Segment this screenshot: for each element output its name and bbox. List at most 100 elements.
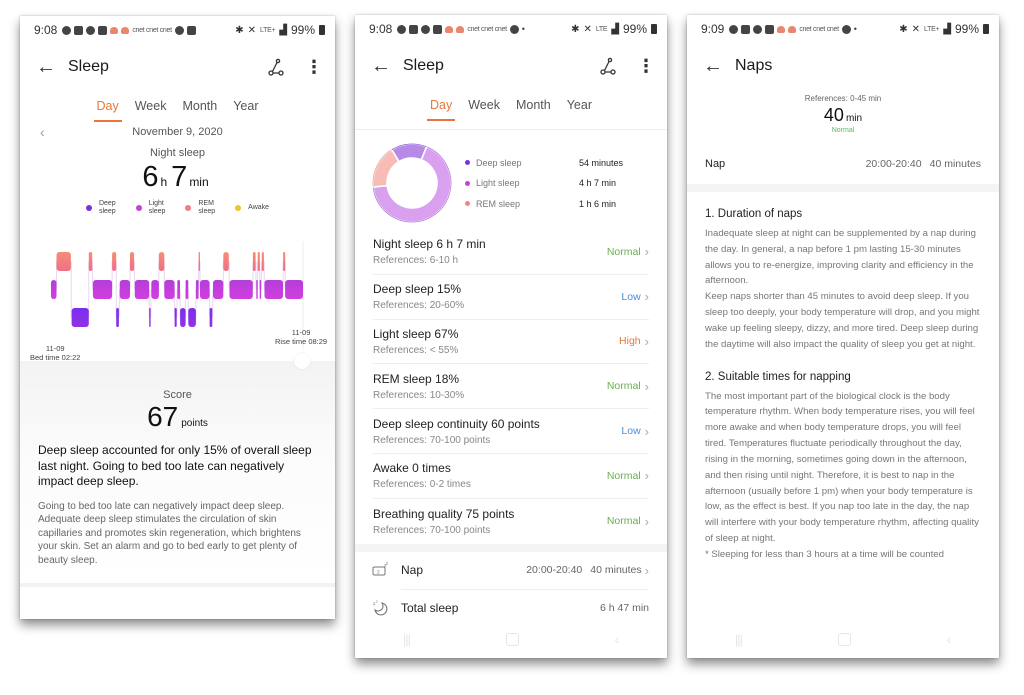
signal-icon: ▟ xyxy=(279,24,287,36)
tab-week[interactable]: Week xyxy=(134,95,168,117)
chevron-right-icon: › xyxy=(644,289,649,305)
nap-status: Normal xyxy=(831,127,855,134)
battery-icon xyxy=(651,24,657,34)
legend-label: Light xyxy=(148,200,164,207)
bottom-blank xyxy=(20,583,335,619)
sleep-hypnogram: 11-09 Bed time 02:22 11-09 Rise time 08:29 xyxy=(20,231,335,371)
health-icon xyxy=(788,25,797,33)
back-icon[interactable]: ‹ xyxy=(946,631,951,647)
home-icon[interactable] xyxy=(505,632,519,646)
tab-year[interactable]: Year xyxy=(232,95,259,117)
hypnogram-segment-light xyxy=(164,280,175,299)
youtube-icon xyxy=(409,24,419,34)
metric-status: Normal xyxy=(606,380,641,393)
mute-icon: ✕ xyxy=(911,23,921,35)
chevron-right-icon: › xyxy=(644,333,649,349)
hypnogram-segment-light xyxy=(259,280,262,299)
metric-rem-sleep[interactable]: REM sleep 18% References: 10-30% Normal › xyxy=(373,364,649,410)
night-sleep-label: Night sleep xyxy=(149,147,206,159)
metric-title: REM sleep 18% xyxy=(373,371,460,386)
legend-awake: Awake xyxy=(235,200,269,216)
section-gap xyxy=(355,543,667,552)
back-icon[interactable]: ‹ xyxy=(614,631,619,647)
metric-awake[interactable]: Awake 0 times References: 0-2 times Norma… xyxy=(373,454,649,499)
score-panel: Score 67 points Deep sleep accounted for … xyxy=(20,353,335,583)
more-options-icon[interactable]: ⋮ xyxy=(305,58,323,76)
nap-row[interactable]: zzz Nap 20:00-20:40 40 minutes › xyxy=(371,552,649,589)
tab-day[interactable]: Day xyxy=(426,94,456,121)
period-tabs: Day Week Month Year xyxy=(20,90,335,122)
donut-legend: Deep sleep 54 minutes Light sleep 4 h 7 mi… xyxy=(465,152,623,214)
tab-day[interactable]: Day xyxy=(93,95,122,122)
recent-apps-icon[interactable]: ||| xyxy=(403,632,411,647)
back-arrow-icon[interactable]: ← xyxy=(36,56,68,79)
hypnogram-segment-deep xyxy=(209,308,213,327)
panel-handle[interactable] xyxy=(294,353,310,369)
home-icon[interactable] xyxy=(837,632,851,646)
system-nav-bar: ||| ‹ xyxy=(687,620,999,658)
article-paragraph: Keep naps shorter than 45 minutes to avo… xyxy=(705,291,980,350)
legend-light: Light sleep xyxy=(135,200,165,216)
battery-level: 99% xyxy=(622,22,647,36)
chevron-left-icon[interactable]: ‹ xyxy=(40,124,45,140)
date-navigator: ‹ November 9, 2020 xyxy=(20,124,335,140)
moon-sleep-icon: zz xyxy=(373,599,388,616)
cnet-icon: cnet cnet cnet xyxy=(132,26,172,34)
metric-reference: References: 6-10 h xyxy=(373,255,459,267)
shazam-icon xyxy=(509,24,519,34)
metric-light-sleep[interactable]: Light sleep 67% References: < 55% High › xyxy=(373,320,649,365)
hypnogram-segment-rem xyxy=(283,252,286,271)
health-icon xyxy=(121,26,130,34)
light-dot-icon xyxy=(465,180,470,186)
metric-deep-sleep-continuity[interactable]: Deep sleep continuity 60 points Reference… xyxy=(373,409,649,454)
score-headline: Deep sleep accounted for only 15% of ove… xyxy=(38,443,312,489)
status-bar: 9:09 cnet cnet cnet • ✱ ✕ LTE+ ▟ 99% xyxy=(687,15,999,43)
metric-reference: References: 10-30% xyxy=(373,389,465,401)
share-icon[interactable] xyxy=(267,58,285,76)
svg-text:z: z xyxy=(386,561,388,566)
tab-week[interactable]: Week xyxy=(467,94,501,116)
legend-label: sleep xyxy=(198,208,216,216)
recent-apps-icon[interactable]: ||| xyxy=(735,632,743,647)
legend-label: Light sleep xyxy=(476,178,520,188)
metric-deep-sleep[interactable]: Deep sleep 15% References: 20-60% Low › xyxy=(373,275,649,320)
status-time: 9:08 xyxy=(369,22,393,36)
health-icon xyxy=(456,25,465,33)
nap-icon: zz z xyxy=(372,561,388,576)
hypnogram-segment-light xyxy=(200,280,210,299)
tab-month[interactable]: Month xyxy=(181,95,218,117)
light-dot-icon xyxy=(135,205,142,212)
metric-title: Awake 0 times xyxy=(373,461,451,476)
tab-year[interactable]: Year xyxy=(566,94,593,116)
nap-summary: References: 0-45 min 40 min Normal xyxy=(687,94,999,134)
metric-night-sleep[interactable]: Night sleep 6 h 7 min References: 6-10 h … xyxy=(373,230,649,275)
back-arrow-icon[interactable]: ← xyxy=(371,55,403,78)
hypnogram-segment-deep xyxy=(180,308,186,327)
hypnogram-segment-light xyxy=(256,280,258,299)
page-title: Sleep xyxy=(68,58,109,75)
hypnogram-segment-rem xyxy=(130,252,135,271)
phone-sleep-details: 9:08 cnet cnet cnet • ✱ ✕ LTE ▟ 99% ← Sl… xyxy=(355,15,667,658)
rise-time: Rise time 08:29 xyxy=(275,337,328,346)
more-options-icon[interactable]: ⋮ xyxy=(637,57,655,75)
health-icon xyxy=(445,25,454,33)
back-arrow-icon[interactable]: ← xyxy=(703,55,735,78)
metric-status: Normal xyxy=(606,469,641,482)
app-bar: ← Sleep ⋮ xyxy=(355,43,667,89)
metric-reference: References: 70-100 points xyxy=(373,524,491,536)
deep-dot-icon xyxy=(465,160,470,165)
donut-legend-rem: REM sleep 1 h 6 min xyxy=(465,193,623,214)
hypnogram-segment-rem xyxy=(158,252,165,271)
share-icon[interactable] xyxy=(599,57,617,75)
battery-icon xyxy=(319,25,325,35)
tab-month[interactable]: Month xyxy=(515,94,552,116)
hypnogram-segment-deep xyxy=(188,308,196,327)
metric-breathing-quality[interactable]: Breathing quality 75 points References: 7… xyxy=(373,499,649,544)
legend-label: REM xyxy=(198,200,214,207)
status-time: 9:09 xyxy=(701,22,725,36)
linkedin-icon xyxy=(98,25,108,35)
article-heading-times: 2. Suitable times for napping xyxy=(705,370,851,383)
nap-reference: References: 0-45 min xyxy=(804,94,882,103)
bluetooth-icon: ✱ xyxy=(571,23,580,35)
phone-sleep-day: 9:08 cnet cnet cnet ✱ ✕ LTE+ ▟ 99% ← Sle… xyxy=(20,16,335,619)
